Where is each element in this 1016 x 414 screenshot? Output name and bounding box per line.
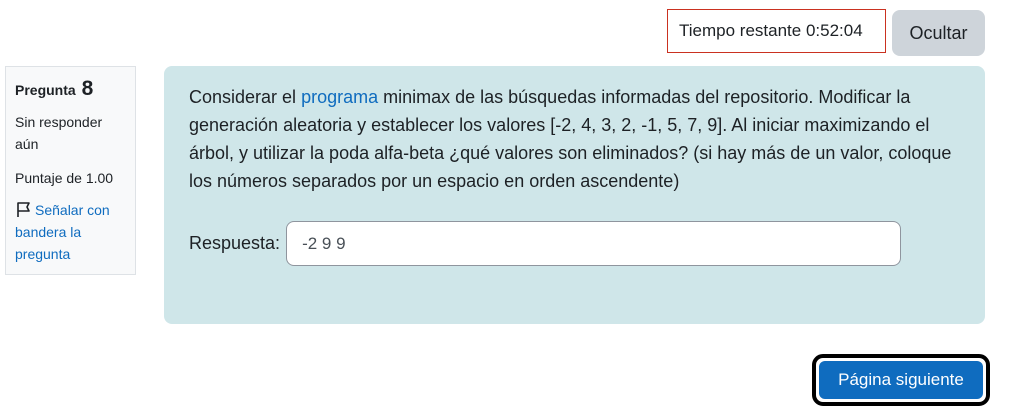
question-text-start: Considerar el: [189, 87, 302, 107]
timer-value: 0:52:04: [805, 21, 863, 40]
question-grade: Puntaje de 1.00: [15, 170, 114, 186]
answer-label: Respuesta:: [189, 233, 281, 253]
question-number: 8: [81, 77, 94, 100]
question-title-prefix: Pregunta: [15, 82, 76, 98]
next-page-focus-ring: Página siguiente: [812, 354, 990, 406]
flag-question-link[interactable]: Señalar con bandera la pregunta: [15, 199, 126, 265]
hide-timer-button[interactable]: Ocultar: [892, 10, 985, 56]
timer-label: Tiempo restante: [679, 21, 802, 40]
question-state: Sin responder aún: [15, 114, 103, 152]
next-page-button[interactable]: Página siguiente: [819, 361, 983, 399]
quiz-timer: Tiempo restante 0:52:04: [667, 9, 886, 53]
question-number-heading: Pregunta 8: [15, 77, 126, 101]
question-content: Considerar el programa minimax de las bú…: [164, 66, 985, 324]
answer-input[interactable]: [286, 221, 902, 266]
program-link[interactable]: programa: [301, 87, 378, 107]
flag-icon: [17, 202, 30, 217]
question-info: Pregunta 8 Sin responder aún Puntaje de …: [5, 66, 136, 275]
question-text: Considerar el programa minimax de las bú…: [189, 83, 959, 195]
answer-row: Respuesta:: [189, 221, 902, 266]
